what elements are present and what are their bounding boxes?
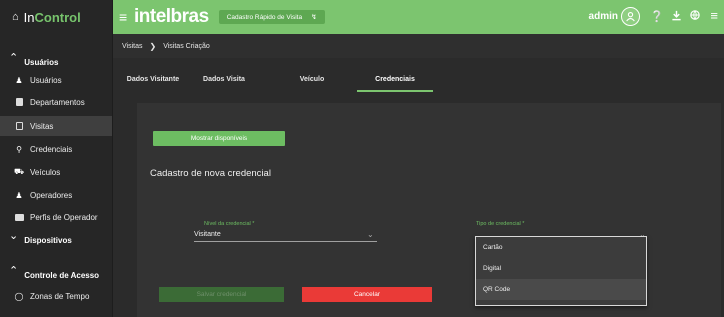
credential-type-dropdown: Cartão Digital QR Code — [475, 236, 647, 306]
sidebar-item-veiculos[interactable]: ⛟ Veículos — [0, 162, 112, 182]
sidebar-item-credenciais[interactable]: ⚲ Credenciais — [0, 139, 112, 159]
sidebar-item-label: Departamentos — [30, 97, 85, 107]
app-brand[interactable]: ⌂ In Control — [0, 0, 112, 34]
chevron-up-icon: ⌃ — [9, 265, 19, 277]
quick-visit-register-label: Cadastro Rápido de Visita — [226, 13, 303, 21]
chevron-down-icon: ⌄ — [9, 230, 19, 242]
sidebar-section-usuarios[interactable]: ⌃ Usuários — [9, 52, 58, 68]
sidebar-item-label: Veículos — [30, 167, 61, 177]
users-icon: ♟ — [15, 190, 23, 200]
option-qr-code[interactable]: QR Code — [476, 279, 646, 300]
sidebar-item-zonas-de-tempo[interactable]: ◯ Zonas de Tempo — [0, 286, 112, 306]
sidebar-item-label: Zonas de Tempo — [30, 291, 90, 301]
help-icon[interactable]: ❔ — [650, 10, 664, 23]
breadcrumb-current: Visitas Criação — [163, 42, 210, 50]
building-icon — [14, 98, 24, 106]
chevron-up-icon: ⌃ — [9, 52, 19, 64]
sidebar-section-controle-de-acesso[interactable]: ⌃ Controle de Acesso — [9, 265, 99, 281]
download-icon[interactable] — [671, 10, 682, 24]
credential-level-underline — [194, 241, 377, 242]
quick-visit-register-button[interactable]: Cadastro Rápido de Visita ↯ — [218, 10, 325, 24]
avatar[interactable] — [621, 7, 640, 26]
sidebar-item-label: Usuários — [30, 75, 62, 85]
form-title: Cadastro de nova credencial — [150, 168, 271, 179]
breadcrumb-root[interactable]: Visitas — [122, 43, 143, 50]
sidebar-item-visitas[interactable]: Visitas — [0, 116, 112, 136]
top-bar: ≡ intelbras Cadastro Rápido de Visita ↯ … — [113, 0, 724, 34]
home-icon: ⌂ — [12, 11, 19, 23]
globe-icon[interactable] — [690, 10, 700, 23]
option-cartao[interactable]: Cartão — [476, 237, 646, 258]
cancel-button[interactable]: Cancelar — [302, 287, 432, 302]
sidebar-item-perfis-de-operador[interactable]: Perfis de Operador — [0, 207, 112, 227]
breadcrumb: Visitas ❯ Visitas Criação — [113, 34, 724, 58]
hamburger-menu-icon[interactable]: ≡ — [710, 8, 718, 23]
chevron-down-icon[interactable]: ⌄ — [367, 230, 374, 239]
sidebar-section-dispositivos[interactable]: ⌄ Dispositivos — [9, 230, 72, 246]
user-icon: ♟ — [15, 75, 23, 85]
lightning-icon: ↯ — [311, 14, 317, 21]
clock-icon: ◯ — [14, 291, 24, 301]
tab-credenciais[interactable]: Credenciais — [357, 67, 433, 92]
chevron-right-icon: ❯ — [149, 41, 157, 51]
sidebar-item-label: Credenciais — [30, 144, 73, 154]
brand-in: In — [23, 9, 35, 25]
show-available-button[interactable]: Mostrar disponíveis — [153, 131, 285, 146]
option-digital[interactable]: Digital — [476, 258, 646, 279]
intelbras-logo: intelbras — [134, 6, 209, 27]
sidebar-item-operadores[interactable]: ♟ Operadores — [0, 185, 112, 205]
brand-control: Control — [34, 9, 81, 25]
save-credential-button[interactable]: Salvar credencial — [159, 287, 284, 302]
sidebar-item-label: Visitas — [30, 121, 54, 131]
id-card-icon — [14, 213, 24, 221]
sidebar: ⌂ In Control ⌃ Usuários ♟ Usuários Depar… — [0, 0, 113, 317]
sidebar-item-usuarios[interactable]: ♟ Usuários — [0, 70, 112, 90]
tab-dados-visitante[interactable]: Dados Visitante — [121, 67, 185, 91]
car-icon: ⛟ — [13, 167, 25, 176]
credential-type-label: Tipo de credencial * — [476, 221, 525, 227]
credential-level-label: Nível da credencial * — [204, 221, 255, 227]
menu-icon[interactable]: ≡ — [119, 9, 131, 25]
tab-veiculo[interactable]: Veículo — [280, 67, 344, 91]
sidebar-item-label: Perfis de Operador — [30, 212, 98, 222]
sidebar-item-departamentos[interactable]: Departamentos — [0, 92, 112, 112]
tab-dados-visita[interactable]: Dados Visita — [192, 67, 256, 91]
user-avatar-icon — [626, 12, 635, 22]
credential-level-select[interactable]: Visitante — [194, 231, 221, 238]
user-name[interactable]: admin — [589, 11, 618, 22]
key-icon: ⚲ — [16, 144, 22, 154]
id-badge-icon — [14, 122, 24, 130]
sidebar-item-label: Operadores — [30, 190, 73, 200]
